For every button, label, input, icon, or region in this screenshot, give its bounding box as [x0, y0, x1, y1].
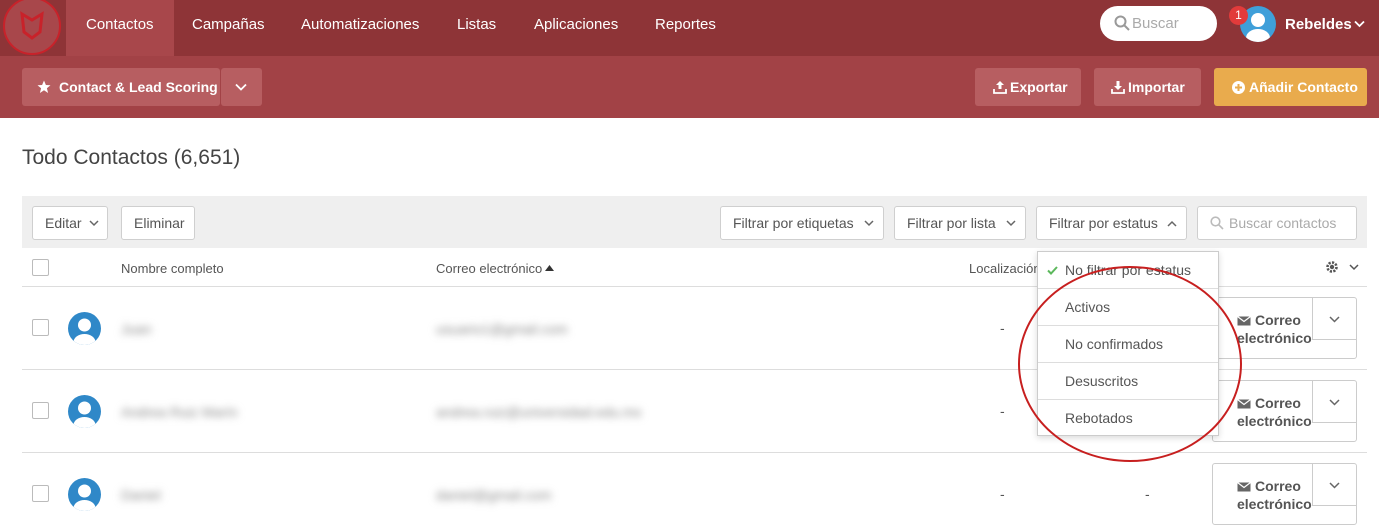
- email-contact-button[interactable]: Correo electrónico: [1212, 463, 1357, 525]
- chevron-down-icon: [235, 83, 247, 91]
- row-checkbox[interactable]: [32, 319, 49, 336]
- contact-name[interactable]: Daniel: [121, 487, 161, 503]
- filter-tags-dropdown[interactable]: Filtrar por etiquetas: [720, 206, 884, 240]
- checkmark-icon: [1047, 266, 1058, 275]
- user-silhouette-icon: [73, 401, 96, 428]
- nav-contactos[interactable]: Contactos: [66, 0, 174, 56]
- contacts-search-input[interactable]: Buscar contactos: [1197, 206, 1357, 240]
- scoring-label: Contact & Lead Scoring: [59, 79, 218, 95]
- column-header-location[interactable]: Localización: [969, 261, 1041, 276]
- filter-status-label: Filtrar por estatus: [1049, 215, 1158, 231]
- logo-icon: [3, 0, 61, 55]
- export-label: Exportar: [1010, 79, 1068, 95]
- import-button[interactable]: Importar: [1094, 68, 1201, 106]
- contact-avatar[interactable]: [68, 395, 101, 428]
- contact-name[interactable]: Juan: [121, 321, 151, 337]
- user-silhouette-icon: [73, 484, 96, 511]
- add-contact-button[interactable]: Añadir Contacto: [1214, 68, 1367, 106]
- user-silhouette-icon: [73, 318, 96, 345]
- chevron-down-icon: [1329, 316, 1340, 323]
- filter-list-dropdown[interactable]: Filtrar por lista: [894, 206, 1026, 240]
- contact-location: -: [1000, 403, 1005, 419]
- plus-circle-icon: [1232, 81, 1245, 94]
- chevron-up-icon: [1167, 220, 1177, 227]
- contact-lead-scoring-button[interactable]: Contact & Lead Scoring: [22, 68, 220, 106]
- annotation-circle: [1018, 266, 1242, 462]
- row-checkbox[interactable]: [32, 485, 49, 502]
- upload-icon: [993, 81, 1007, 94]
- search-icon: [1210, 216, 1224, 230]
- page-title: Todo Contactos (6,651): [22, 146, 241, 169]
- search-icon: [1114, 15, 1130, 31]
- contact-email[interactable]: usuario1@gmail.com: [436, 321, 568, 337]
- edit-label: Editar: [45, 215, 82, 231]
- star-icon: [37, 80, 51, 93]
- import-label: Importar: [1128, 79, 1185, 95]
- contact-location: -: [1000, 320, 1005, 336]
- email-button-label: Correo electrónico: [1237, 395, 1312, 429]
- column-header-name[interactable]: Nombre completo: [121, 261, 224, 276]
- chevron-down-icon: [1006, 220, 1016, 227]
- chevron-down-icon: [864, 220, 874, 227]
- select-all-checkbox[interactable]: [32, 259, 49, 276]
- contact-avatar[interactable]: [68, 478, 101, 511]
- email-button-label: Correo electrónico: [1237, 478, 1312, 512]
- email-options-toggle[interactable]: [1312, 464, 1356, 506]
- contact-name[interactable]: Andrea Ruiz Marín: [121, 404, 238, 420]
- contact-location: -: [1000, 486, 1005, 502]
- chevron-down-icon[interactable]: [1349, 264, 1359, 271]
- chevron-down-icon: [1329, 399, 1340, 406]
- export-button[interactable]: Exportar: [975, 68, 1081, 106]
- add-contact-label: Añadir Contacto: [1249, 79, 1358, 95]
- column-header-email[interactable]: Correo electrónico: [436, 261, 542, 276]
- filter-list-label: Filtrar por lista: [907, 215, 996, 231]
- download-icon: [1111, 81, 1125, 94]
- chevron-down-icon[interactable]: [1354, 20, 1365, 28]
- gear-icon[interactable]: [1325, 260, 1339, 274]
- contact-email[interactable]: daniel@gmail.com: [436, 487, 551, 503]
- filter-tags-label: Filtrar por etiquetas: [733, 215, 854, 231]
- nav-listas[interactable]: Listas: [437, 0, 516, 56]
- user-name[interactable]: Rebeldes: [1285, 16, 1352, 33]
- filter-status-dropdown[interactable]: Filtrar por estatus: [1036, 206, 1187, 240]
- row-checkbox[interactable]: [32, 402, 49, 419]
- nav-aplicaciones[interactable]: Aplicaciones: [514, 0, 638, 56]
- sort-ascending-icon: [545, 265, 554, 271]
- edit-dropdown[interactable]: Editar: [32, 206, 108, 240]
- nav-reportes[interactable]: Reportes: [635, 0, 736, 56]
- nav-automatizaciones[interactable]: Automatizaciones: [281, 0, 439, 56]
- contact-email[interactable]: andrea.ruiz@universidad.edu.mx: [436, 404, 642, 420]
- global-search[interactable]: Buscar: [1100, 6, 1217, 41]
- contact-extra-field: -: [1145, 486, 1150, 502]
- global-search-placeholder: Buscar: [1132, 15, 1179, 32]
- email-button-label: Correo electrónico: [1237, 312, 1312, 346]
- logo[interactable]: [0, 0, 66, 56]
- nav-campanas[interactable]: Campañas: [172, 0, 285, 56]
- delete-label: Eliminar: [134, 215, 185, 231]
- notification-badge[interactable]: 1: [1229, 6, 1248, 25]
- contact-avatar[interactable]: [68, 312, 101, 345]
- chevron-down-icon: [89, 220, 99, 227]
- contacts-search-placeholder: Buscar contactos: [1229, 215, 1337, 231]
- scoring-dropdown-toggle[interactable]: [221, 68, 262, 106]
- chevron-down-icon: [1329, 482, 1340, 489]
- email-options-toggle[interactable]: [1312, 381, 1356, 423]
- delete-button[interactable]: Eliminar: [121, 206, 195, 240]
- email-options-toggle[interactable]: [1312, 298, 1356, 340]
